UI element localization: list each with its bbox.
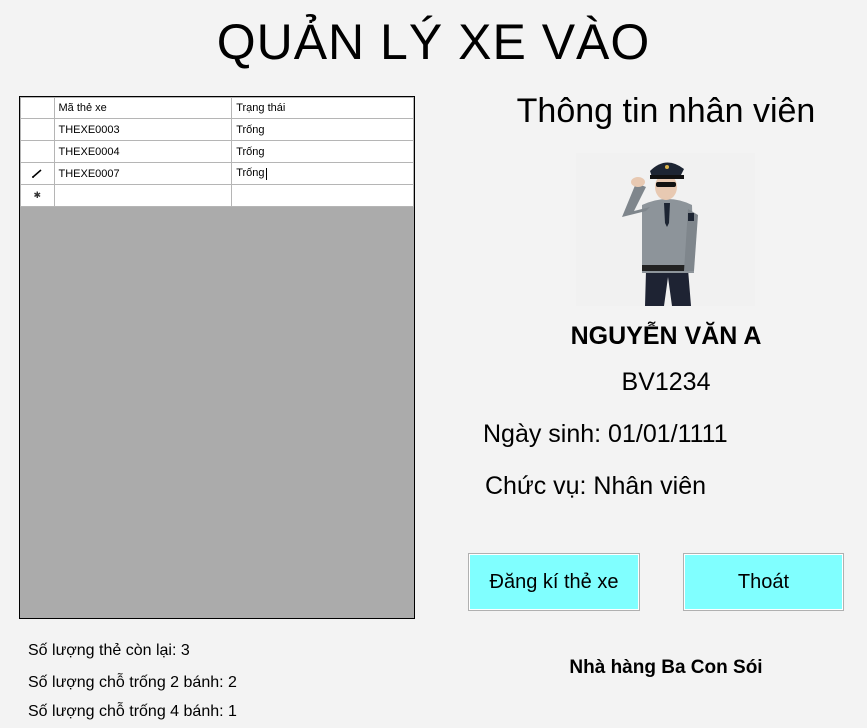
grid-corner-header[interactable] — [20, 97, 55, 119]
cell-ma-the[interactable]: THEXE0004 — [53, 140, 233, 163]
grid-header-row: Mã thẻ xe Trạng thái — [20, 97, 414, 119]
cell-trang-thai[interactable]: Trống — [231, 140, 414, 163]
employee-name: NGUYỄN VĂN A — [570, 322, 762, 350]
column-header-trang-thai[interactable]: Trạng thái — [231, 97, 414, 119]
cell-ma-the-new[interactable] — [53, 184, 233, 207]
employee-info-title: Thông tin nhân viên — [516, 92, 816, 130]
cell-trang-thai-editing[interactable]: Trống — [231, 162, 414, 185]
cell-ma-the[interactable]: THEXE0003 — [53, 118, 233, 141]
page-title: QUẢN LÝ XE VÀO — [216, 14, 651, 70]
cell-trang-thai[interactable]: Trống — [231, 118, 414, 141]
row-header[interactable] — [20, 118, 55, 141]
register-card-button[interactable]: Đăng kí thẻ xe — [468, 553, 640, 611]
new-row-asterisk-icon: ✱ — [33, 190, 42, 200]
cell-ma-the[interactable]: THEXE0007 — [53, 162, 233, 185]
card-data-grid[interactable]: Mã thẻ xe Trạng thái THEXE0003 Trống THE… — [19, 96, 415, 619]
column-header-ma-the[interactable]: Mã thẻ xe — [53, 97, 233, 119]
security-guard-photo — [576, 153, 755, 306]
edit-pencil-icon — [32, 168, 42, 178]
row-header[interactable]: ✱ — [20, 184, 55, 207]
row-header[interactable] — [20, 162, 55, 185]
slots-2wheel-label: Số lượng chỗ trống 2 bánh: 2 — [28, 674, 237, 691]
exit-button[interactable]: Thoát — [683, 553, 844, 611]
text-caret — [265, 167, 267, 180]
table-row[interactable]: THEXE0007 Trống — [20, 162, 414, 185]
cards-left-label: Số lượng thẻ còn lại: 3 — [28, 642, 190, 659]
table-row[interactable]: THEXE0004 Trống — [20, 140, 414, 163]
table-row[interactable]: THEXE0003 Trống — [20, 118, 414, 141]
cell-trang-thai-new[interactable] — [231, 184, 414, 207]
row-header[interactable] — [20, 140, 55, 163]
employee-dob: Ngày sinh: 01/01/1111 — [483, 420, 728, 448]
employee-role: Chức vụ: Nhân viên — [485, 472, 707, 500]
company-name: Nhà hàng Ba Con Sói — [569, 657, 763, 678]
slots-4wheel-label: Số lượng chỗ trống 4 bánh: 1 — [28, 703, 237, 720]
new-row[interactable]: ✱ — [20, 184, 414, 207]
employee-id: BV1234 — [621, 368, 711, 396]
cell-trang-thai-value: Trống — [236, 167, 265, 180]
